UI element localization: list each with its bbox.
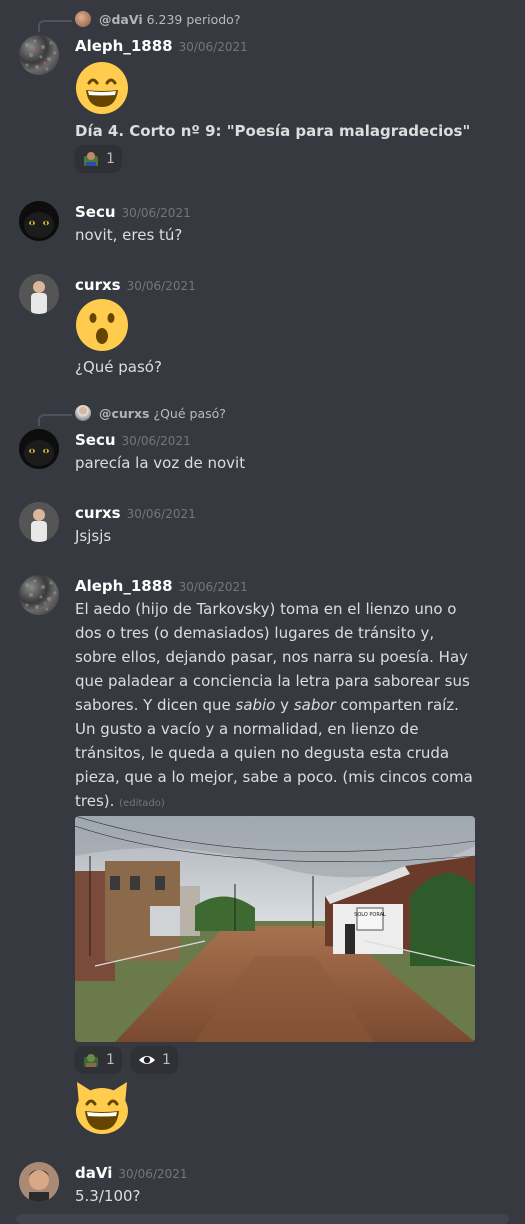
avatar[interactable] <box>19 1162 59 1202</box>
person-avatar <box>19 1162 59 1202</box>
username[interactable]: curxs <box>75 276 121 294</box>
avatar-pattern <box>25 579 57 611</box>
message-text: parecía la voz de novit <box>75 454 246 472</box>
timestamp: 30/06/2021 <box>121 206 191 220</box>
timestamp: 30/06/2021 <box>126 279 196 293</box>
text-line: tránsitos, le queda a quien no degusta e… <box>75 744 450 762</box>
message-composer[interactable] <box>16 1214 509 1224</box>
username[interactable]: Secu <box>75 431 116 449</box>
reaction-count: 1 <box>106 151 115 167</box>
black-cat-avatar <box>19 201 59 241</box>
reply-reference[interactable]: @daVi 6.239 periodo? <box>75 11 240 29</box>
message-text: Día 4. Corto nº 9: "Poesía para malagrad… <box>75 122 471 140</box>
text-segment: comparten raíz. <box>335 696 459 714</box>
reply-username[interactable]: @daVi <box>99 12 143 27</box>
person-avatar <box>19 502 59 542</box>
eye-icon <box>139 1056 156 1064</box>
username[interactable]: curxs <box>75 504 121 522</box>
text-line: pieza, que a lo mejor, sabe a poco. (mis… <box>75 768 473 786</box>
message-text: Jsjsjs <box>75 527 112 545</box>
reaction[interactable]: 1 <box>131 1046 178 1074</box>
black-cat-avatar <box>19 429 59 469</box>
message-header: Aleph_1888 30/06/2021 <box>75 575 505 597</box>
custom-emoji-icon <box>84 1054 98 1067</box>
grinning-face-emoji <box>76 62 128 114</box>
avatar[interactable] <box>19 502 59 542</box>
reply-spine <box>38 414 72 426</box>
username[interactable]: daVi <box>75 1164 112 1182</box>
grinning-cat-emoji <box>76 1082 128 1134</box>
edited-label: (editado) <box>119 798 165 809</box>
text-line: dos o tres (o demasiados) lugares de trá… <box>75 624 435 642</box>
reaction[interactable]: 1 <box>75 1046 122 1074</box>
reply-username[interactable]: @curxs <box>99 406 149 421</box>
timestamp: 30/06/2021 <box>178 40 248 54</box>
username[interactable]: Aleph_1888 <box>75 37 173 55</box>
avatar[interactable] <box>19 201 59 241</box>
avatar[interactable] <box>19 35 59 75</box>
avatar[interactable] <box>19 575 59 615</box>
italic-text: sabor <box>293 696 336 714</box>
reaction-bar: 1 1 <box>75 1046 182 1074</box>
text-segment: sabores. Y dicen que <box>75 696 236 714</box>
reply-text: ¿Qué pasó? <box>153 406 226 421</box>
text-line: que paladear a conciencia la letra para … <box>75 672 470 690</box>
reply-avatar <box>75 11 91 27</box>
person-avatar <box>19 274 59 314</box>
message-text: novit, eres tú? <box>75 226 183 244</box>
reaction-count: 1 <box>162 1052 171 1068</box>
text-line: Un gusto a vacío y a normalidad, en lien… <box>75 720 419 738</box>
reply-avatar <box>75 405 91 421</box>
message-header: curxs 30/06/2021 <box>75 502 505 524</box>
text-line: sabores. Y dicen que sabio y sabor compa… <box>75 693 505 717</box>
message-header: daVi 30/06/2021 <box>75 1162 505 1184</box>
text-line: El aedo (hijo de Tarkovsky) toma en el l… <box>75 600 457 618</box>
reaction[interactable]: 1 <box>75 145 122 173</box>
message-header: Secu 30/06/2021 <box>75 429 505 451</box>
avatar[interactable] <box>19 429 59 469</box>
avatar[interactable] <box>19 274 59 314</box>
message-header: Secu 30/06/2021 <box>75 201 505 223</box>
reply-spine <box>38 20 72 32</box>
text-line: tres). (editado) <box>75 789 505 816</box>
message-body: El aedo (hijo de Tarkovsky) toma en el l… <box>75 597 505 816</box>
reply-text: 6.239 periodo? <box>146 12 241 27</box>
reaction-count: 1 <box>106 1052 115 1068</box>
timestamp: 30/06/2021 <box>118 1167 188 1181</box>
message-header: Aleph_1888 30/06/2021 <box>75 35 505 57</box>
hushed-face-emoji <box>76 299 128 351</box>
message-text: ¿Qué pasó? <box>75 358 162 376</box>
username[interactable]: Secu <box>75 203 116 221</box>
message-text: 5.3/100? <box>75 1187 141 1205</box>
message-header: curxs 30/06/2021 <box>75 274 505 296</box>
timestamp: 30/06/2021 <box>121 434 191 448</box>
street-photo: SOLO PORAL <box>75 816 475 1042</box>
text-segment: y <box>275 696 294 714</box>
reaction-bar: 1 <box>75 145 126 173</box>
text-segment: tres). <box>75 792 115 810</box>
username[interactable]: Aleph_1888 <box>75 577 173 595</box>
avatar-pattern <box>25 39 57 71</box>
text-line: sobre ellos, dejando pasar, nos narra su… <box>75 648 469 666</box>
reply-reference[interactable]: @curxs ¿Qué pasó? <box>75 405 226 423</box>
image-attachment[interactable]: SOLO PORAL <box>75 816 475 1042</box>
custom-emoji-icon <box>84 152 98 166</box>
timestamp: 30/06/2021 <box>178 580 248 594</box>
italic-text: sabio <box>235 696 276 714</box>
sign-text: SOLO PORAL <box>354 912 386 918</box>
timestamp: 30/06/2021 <box>126 507 196 521</box>
